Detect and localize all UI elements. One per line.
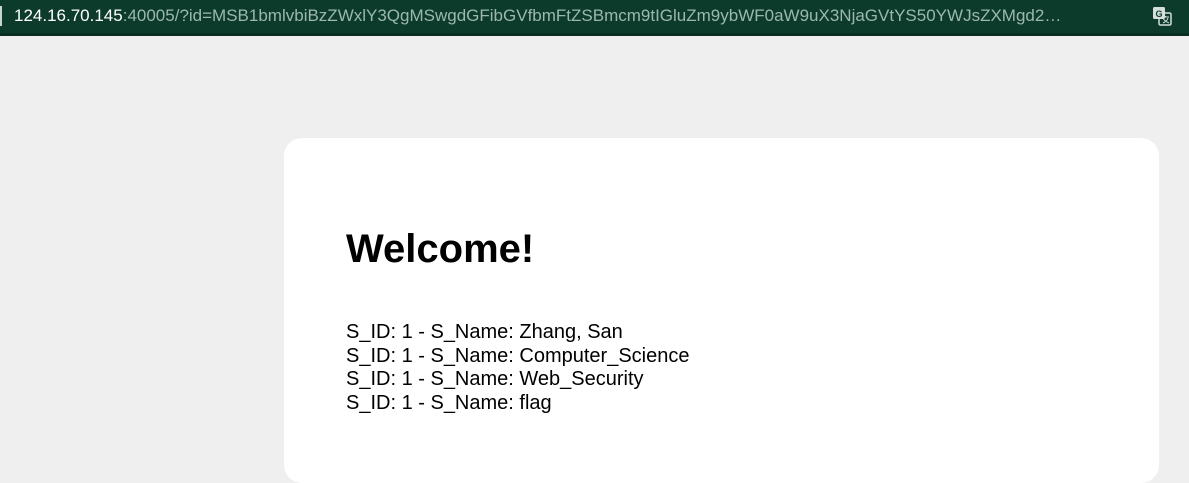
result-row: S_ID: 1 - S_Name: Computer_Science: [346, 344, 690, 367]
result-row: S_ID: 1 - S_Name: Zhang, San: [346, 321, 623, 343]
welcome-card: Welcome! S_ID: 1 - S_Name: Zhang, San S_…: [284, 138, 1159, 483]
address-bar[interactable]: 124.16.70.145:40005/?id=MSB1bmlvbiBzZWxl…: [0, 0, 1189, 36]
page-title: Welcome!: [346, 227, 535, 271]
result-row: S_ID: 1 - S_Name: flag: [346, 391, 552, 414]
translate-icon[interactable]: G: [1152, 6, 1172, 26]
results-list: S_ID: 1 - S_Name: Zhang, San S_ID: 1 - S…: [346, 321, 690, 415]
url-path: :40005/?id=MSB1bmlvbiBzZWxlY3QgMSwgdGFib…: [122, 6, 1062, 25]
result-row: S_ID: 1 - S_Name: Web_Security: [346, 368, 644, 390]
url-host: 124.16.70.145: [14, 6, 123, 25]
url-field[interactable]: 124.16.70.145:40005/?id=MSB1bmlvbiBzZWxl…: [14, 5, 1140, 27]
svg-text:G: G: [1155, 9, 1162, 19]
address-bar-edge: [0, 6, 2, 26]
